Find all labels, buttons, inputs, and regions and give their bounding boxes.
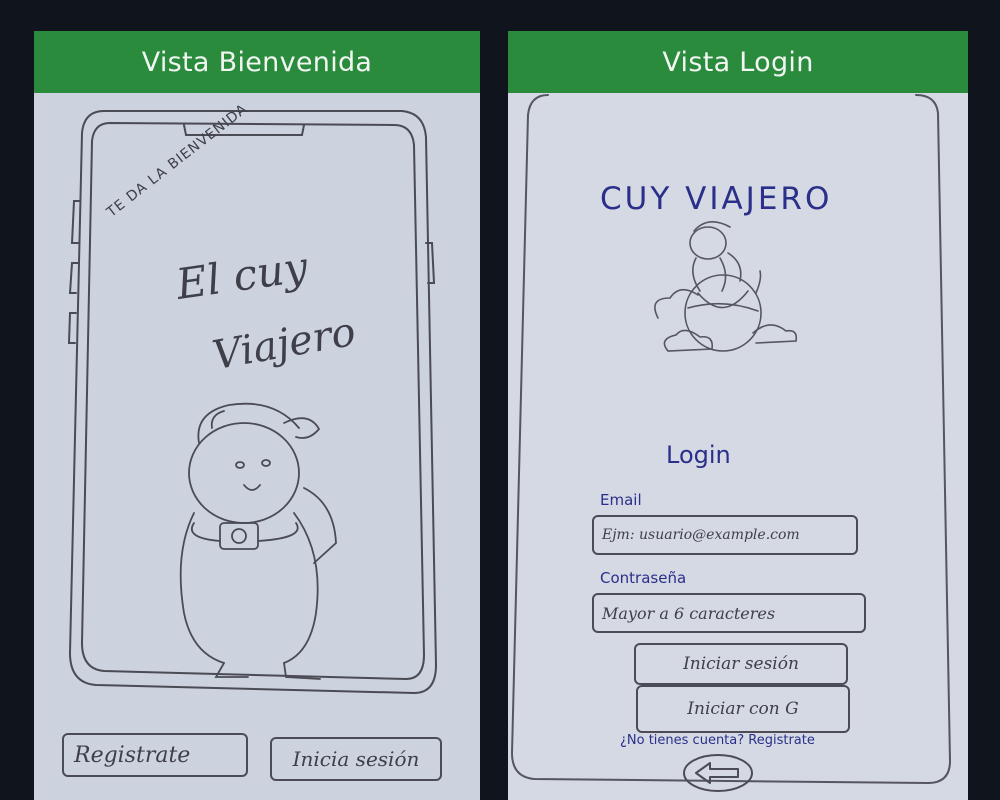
login-button-label: Inicia sesión bbox=[292, 747, 420, 771]
welcome-view-panel: Vista Bienvenida TE DA LA BIENVENIDA El … bbox=[34, 31, 480, 800]
app-title: CUY VIAJERO bbox=[600, 181, 833, 217]
welcome-view-title: Vista Bienvenida bbox=[34, 31, 480, 93]
google-login-button[interactable]: Iniciar con G bbox=[636, 685, 850, 733]
login-view-title: Vista Login bbox=[508, 31, 968, 93]
register-button[interactable]: Registrate bbox=[62, 733, 248, 777]
password-label: Contraseña bbox=[600, 569, 687, 587]
password-field[interactable]: Mayor a 6 caracteres bbox=[592, 593, 866, 633]
email-placeholder: Ejm: usuario@example.com bbox=[602, 527, 800, 543]
google-login-label: Iniciar con G bbox=[687, 699, 799, 719]
phone-frame-sketch bbox=[67, 110, 438, 695]
email-field[interactable]: Ejm: usuario@example.com bbox=[592, 515, 858, 555]
welcome-sketch: TE DA LA BIENVENIDA El cuy Viajero Regis… bbox=[34, 93, 480, 800]
login-submit-label: Iniciar sesión bbox=[683, 654, 799, 674]
back-arrow-icon[interactable] bbox=[682, 753, 754, 793]
cuy-character-drawing bbox=[179, 402, 337, 680]
email-label: Email bbox=[600, 491, 642, 509]
login-view-panel: Vista Login CUY VIAJERO Login Email Ejm:… bbox=[508, 31, 968, 800]
password-placeholder: Mayor a 6 caracteres bbox=[602, 603, 776, 623]
cuy-globe-drawing bbox=[654, 221, 798, 352]
register-button-label: Registrate bbox=[74, 742, 191, 768]
login-heading: Login bbox=[666, 441, 731, 469]
login-sketch: CUY VIAJERO Login Email Ejm: usuario@exa… bbox=[508, 93, 968, 800]
register-link[interactable]: ¿No tienes cuenta? Registrate bbox=[620, 733, 815, 748]
login-submit-button[interactable]: Iniciar sesión bbox=[634, 643, 848, 685]
login-button[interactable]: Inicia sesión bbox=[270, 737, 442, 781]
